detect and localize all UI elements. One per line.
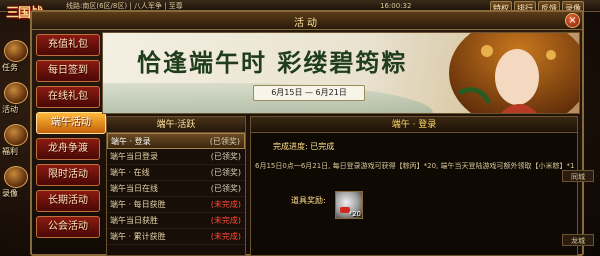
replay-icon [4,166,28,188]
menu-limited-event[interactable]: 限时活动 [36,164,100,186]
sub-list-header: 端午·活跃 [107,117,245,133]
left-hud-task[interactable]: 任务 [0,40,30,76]
left-hud-activity[interactable]: 活动 [0,82,30,118]
menu-daily-signin[interactable]: 每日签到 [36,60,100,82]
list-item[interactable]: 端午 · 每日获胜 (未完成) [107,197,245,213]
menu-online-gift[interactable]: 在线礼包 [36,86,100,108]
menu-dragon-boat-race[interactable]: 龙舟争渡 [36,138,100,160]
right-hud-strip: 同城 龙城 [548,100,600,256]
event-detail: 端午 · 登录 完成进度: 已完成 6月15日0点一6月21日, 每日登录游戏可… [250,116,578,256]
menu-long-term-event[interactable]: 长期活动 [36,190,100,212]
event-description: 6月15日0点一6月21日, 每日登录游戏可获得【粽丙】*20, 端午当天登陆游… [255,162,575,170]
banner-date: 6月15日 — 6月21日 [253,85,365,101]
welfare-icon [4,124,28,146]
list-item[interactable]: 端午 · 登录 (已领奖) [107,133,245,149]
event-sub-list: 端午·活跃 端午 · 登录 (已领奖) 端午当日登录 (已领奖) 端午 · 在线 (已… [106,116,246,256]
zongzi-reward-icon[interactable]: *20 [335,191,363,219]
list-item[interactable]: 端午当日获胜 (未完成) [107,213,245,229]
menu-dragon-boat-festival[interactable]: 端午活动 [36,112,106,134]
banner-title: 恰逢端午时 彩缕碧筠粽 [137,48,408,77]
list-item[interactable]: 端午 · 在线 (已领奖) [107,165,245,181]
detail-header: 端午 · 登录 [251,117,577,133]
menu-guild-event[interactable]: 公会活动 [36,216,100,238]
event-banner: 恰逢端午时 彩缕碧筠粽 6月15日 — 6月21日 [102,32,580,114]
reward-count: *20 [348,210,361,218]
dragon-city-tab[interactable]: 龙城 [562,234,594,246]
panel-title: 活动 [294,18,320,29]
completion-progress: 完成进度: 已完成 [273,142,335,151]
task-icon [4,40,28,62]
activity-menu: 充值礼包 每日签到 在线礼包 端午活动 龙舟争渡 限时活动 长期活动 公会活动 [36,34,106,242]
reward-label: 道具奖励: [291,196,326,205]
left-hud-replay[interactable]: 录像 [0,166,30,202]
left-hud-welfare[interactable]: 福利 [0,124,30,160]
panel-title-bar: 活动 × [32,12,582,30]
list-item[interactable]: 端午 · 累计获胜 (未完成) [107,229,245,245]
same-city-tab[interactable]: 同城 [562,170,594,182]
list-item[interactable]: 端午当日在线 (已领奖) [107,181,245,197]
activity-panel: 活动 × 充值礼包 每日签到 在线礼包 端午活动 龙舟争渡 限时活动 长期活动 … [30,10,584,256]
list-item[interactable]: 端午当日登录 (已领奖) [107,149,245,165]
activity-icon [4,82,28,104]
menu-recharge-gift[interactable]: 充值礼包 [36,34,100,56]
close-button[interactable]: × [565,13,580,28]
